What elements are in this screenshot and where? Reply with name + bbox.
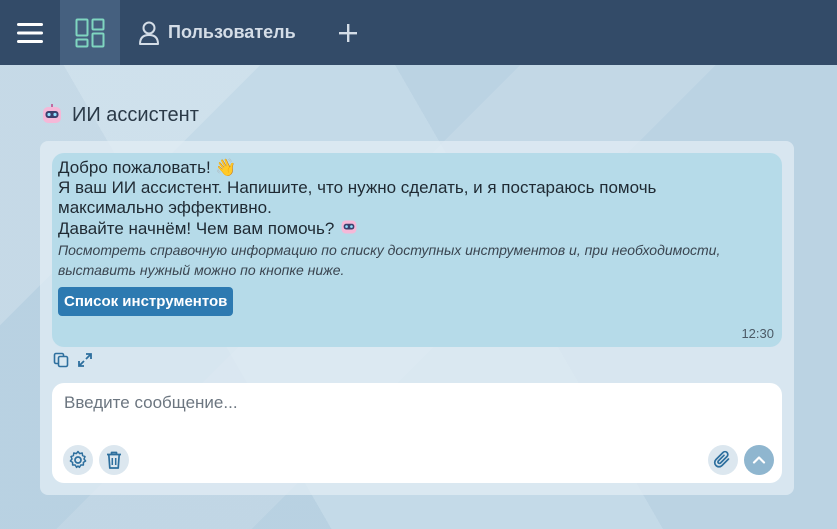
message-input[interactable] [64, 391, 764, 415]
panel-title: ИИ ассистент [72, 103, 199, 126]
expand-button[interactable] [77, 352, 93, 368]
user-tab[interactable]: Пользователь [120, 0, 314, 65]
attach-button[interactable] [708, 445, 738, 475]
user-icon [139, 21, 159, 45]
paperclip-icon [713, 450, 730, 468]
chevron-up-icon [752, 456, 766, 464]
copy-button[interactable] [53, 352, 69, 368]
message-note: Посмотреть справочную информацию по спис… [58, 242, 721, 278]
clear-chat-button[interactable] [99, 445, 129, 475]
tools-list-button[interactable]: Список инструментов [58, 287, 234, 316]
settings-button[interactable] [63, 445, 93, 475]
message-time: 12:30 [741, 326, 774, 341]
message-greeting: Добро пожаловать! 👋 [58, 158, 237, 177]
user-tab-label: Пользователь [168, 22, 296, 42]
top-bar: Пользователь [0, 0, 837, 65]
assistant-message: Добро пожаловать! 👋 Я ваш ИИ ассистент. … [52, 153, 782, 347]
chat-panel: Добро пожаловать! 👋 Я ваш ИИ ассистент. … [40, 141, 794, 495]
trash-icon [107, 451, 121, 469]
message-prompt: Давайте начнём! Чем вам помочь? [58, 219, 335, 238]
send-button[interactable] [744, 445, 774, 475]
hamburger-icon [17, 22, 43, 43]
message-prompt-line: Давайте начнём! Чем вам помочь? [58, 218, 776, 239]
dashboard-icon [75, 18, 105, 47]
expand-icon [78, 353, 92, 367]
add-tab-button[interactable] [326, 0, 370, 65]
panel-header: ИИ ассистент [40, 100, 199, 130]
robot-icon [43, 104, 61, 123]
robot-emoji-icon [341, 220, 357, 234]
plus-icon [338, 23, 357, 42]
message-intro: Я ваш ИИ ассистент. Напишите, что нужно … [58, 178, 657, 197]
message-intro-continued: максимально эффективно. [58, 198, 272, 217]
copy-icon [53, 352, 69, 368]
message-composer [52, 383, 782, 483]
gear-icon [69, 450, 87, 469]
dashboard-button[interactable] [60, 0, 120, 65]
hamburger-menu-button[interactable] [0, 0, 60, 65]
message-actions [53, 352, 93, 368]
